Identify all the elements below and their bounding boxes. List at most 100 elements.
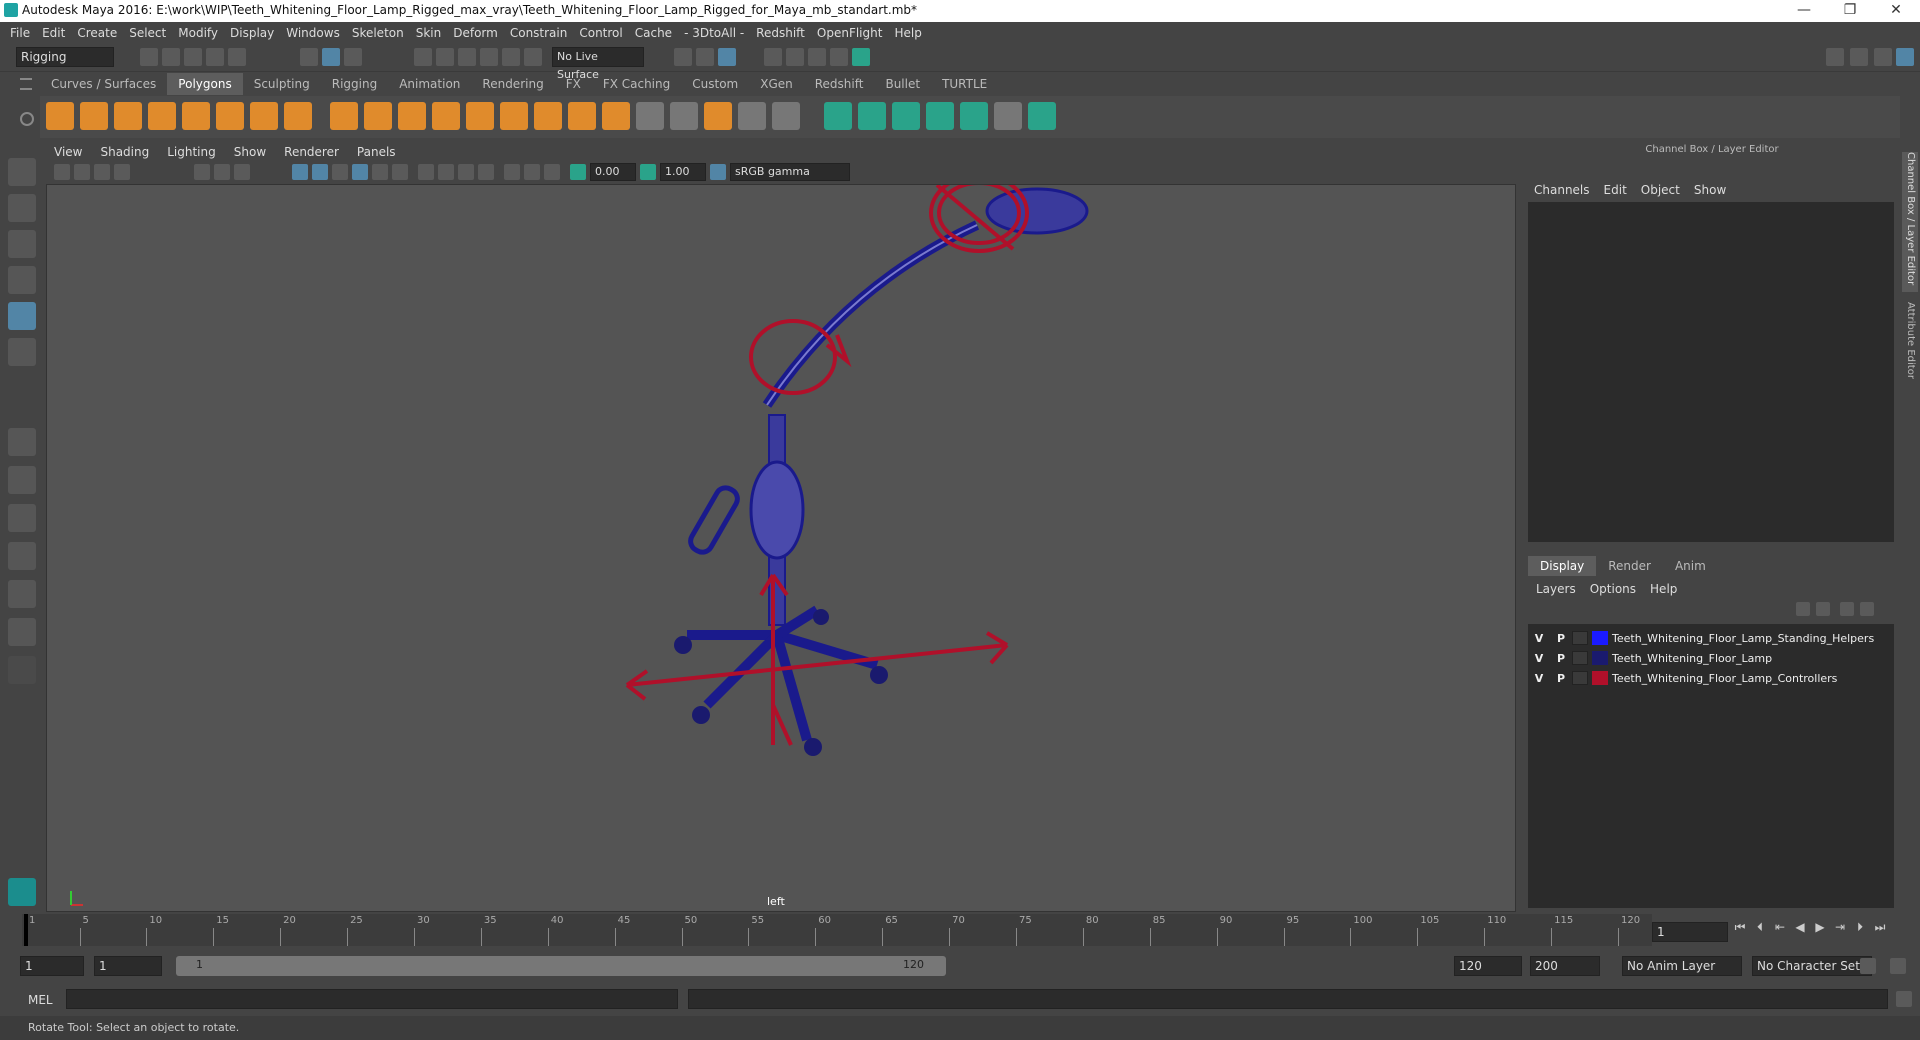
move-layer-down-icon[interactable]: [1816, 602, 1830, 616]
character-set-dropdown[interactable]: No Character Set: [1752, 956, 1872, 976]
playback-end-field[interactable]: 120: [1454, 956, 1522, 976]
current-frame-field[interactable]: 1: [1652, 922, 1728, 942]
shelf-tab-turtle[interactable]: TURTLE: [931, 73, 998, 95]
layer-name[interactable]: Teeth_Whitening_Floor_Lamp_Standing_Help…: [1612, 632, 1874, 645]
mirror-icon[interactable]: [398, 102, 426, 130]
smooth-icon[interactable]: [432, 102, 460, 130]
hypershade-icon[interactable]: [786, 48, 804, 66]
animation-end-field[interactable]: 200: [1530, 956, 1600, 976]
poly-pyramid-icon[interactable]: [250, 102, 278, 130]
snap-point-icon[interactable]: [458, 48, 476, 66]
attribute-toggle-icon[interactable]: [1874, 48, 1892, 66]
color-management-icon[interactable]: [710, 164, 726, 180]
step-forward-icon[interactable]: ⏵: [1850, 920, 1870, 935]
uv-planar-icon[interactable]: [824, 102, 852, 130]
gamma-icon[interactable]: [640, 164, 656, 180]
resolution-gate-icon[interactable]: [234, 164, 250, 180]
shelf-tab-custom[interactable]: Custom: [681, 73, 749, 95]
layer-tab-anim[interactable]: Anim: [1663, 556, 1718, 576]
xray-active-icon[interactable]: [544, 164, 560, 180]
live-surface-field[interactable]: No Live Surface: [552, 47, 644, 81]
bridge-icon[interactable]: [568, 102, 596, 130]
bookmark-icon[interactable]: [94, 164, 110, 180]
menu-deform[interactable]: Deform: [453, 26, 498, 40]
layer-row[interactable]: V P Teeth_Whitening_Floor_Lamp: [1528, 648, 1894, 668]
redo-icon[interactable]: [228, 48, 246, 66]
poly-cube-icon[interactable]: [80, 102, 108, 130]
append-polygon-icon[interactable]: [602, 102, 630, 130]
insert-edge-loop-icon[interactable]: [670, 102, 698, 130]
cb-menu-edit[interactable]: Edit: [1604, 183, 1627, 197]
triangulate-icon[interactable]: [500, 102, 528, 130]
view-transform-dropdown[interactable]: sRGB gamma: [730, 163, 850, 181]
smooth-shade-icon[interactable]: [312, 164, 328, 180]
menu-constrain[interactable]: Constrain: [510, 26, 568, 40]
step-forward-key-icon[interactable]: ⇥: [1830, 920, 1850, 935]
shelf-tab-fx[interactable]: FX: [555, 73, 592, 95]
render-view-icon[interactable]: [808, 48, 826, 66]
menu-display[interactable]: Display: [230, 26, 274, 40]
cb-menu-object[interactable]: Object: [1641, 183, 1680, 197]
select-object-icon[interactable]: [322, 48, 340, 66]
poly-sphere-icon[interactable]: [46, 102, 74, 130]
menu-redshift[interactable]: Redshift: [756, 26, 805, 40]
shelf-tab-bullet[interactable]: Bullet: [874, 73, 931, 95]
playback-start-field[interactable]: 1: [94, 956, 162, 976]
select-hierarchy-icon[interactable]: [300, 48, 318, 66]
uv-cylindrical-icon[interactable]: [858, 102, 886, 130]
layer-menu-layers[interactable]: Layers: [1536, 582, 1576, 596]
menu-cache[interactable]: Cache: [635, 26, 672, 40]
range-slider[interactable]: 1 120: [176, 956, 946, 976]
menu-windows[interactable]: Windows: [286, 26, 340, 40]
shelf-tab-curves-surfaces[interactable]: Curves / Surfaces: [40, 73, 167, 95]
bevel-icon[interactable]: [704, 102, 732, 130]
uv-unfold-icon[interactable]: [1028, 102, 1056, 130]
layer-visibility-toggle[interactable]: V: [1528, 632, 1550, 645]
menu-control[interactable]: Control: [579, 26, 622, 40]
minimize-button[interactable]: —: [1782, 0, 1826, 22]
shelf-tab-rigging[interactable]: Rigging: [321, 73, 388, 95]
snap-surface-icon[interactable]: [502, 48, 520, 66]
menu-file[interactable]: File: [10, 26, 30, 40]
menu-select[interactable]: Select: [129, 26, 166, 40]
layer-name[interactable]: Teeth_Whitening_Floor_Lamp_Controllers: [1612, 672, 1837, 685]
new-scene-icon[interactable]: [140, 48, 158, 66]
move-layer-up-icon[interactable]: [1796, 602, 1810, 616]
render-globals-icon[interactable]: [830, 48, 848, 66]
layer-visibility-toggle[interactable]: V: [1528, 652, 1550, 665]
layer-display-type[interactable]: [1572, 671, 1588, 685]
perspective-viewport[interactable]: left: [46, 184, 1516, 912]
layer-playback-toggle[interactable]: P: [1550, 652, 1572, 665]
textured-icon[interactable]: [332, 164, 348, 180]
undo-icon[interactable]: [206, 48, 224, 66]
reduce-icon[interactable]: [466, 102, 494, 130]
snap-view-icon[interactable]: [480, 48, 498, 66]
shelf-tab-polygons[interactable]: Polygons: [167, 73, 243, 95]
shelf-tab-animation[interactable]: Animation: [388, 73, 471, 95]
menu-3dtoall[interactable]: - 3DtoAll -: [684, 26, 744, 40]
viewport-menu-shading[interactable]: Shading: [100, 145, 149, 159]
target-weld-icon[interactable]: [738, 102, 766, 130]
menuset-dropdown[interactable]: Rigging: [16, 47, 114, 67]
shadows-icon[interactable]: [418, 164, 434, 180]
snap-live-icon[interactable]: [524, 48, 542, 66]
uv-automatic-icon[interactable]: [926, 102, 954, 130]
play-backward-icon[interactable]: ◀: [1790, 920, 1810, 935]
render-settings-icon[interactable]: [764, 48, 782, 66]
four-view-layout-icon[interactable]: [8, 466, 36, 494]
rotate-tool-icon[interactable]: [8, 302, 36, 330]
new-empty-layer-icon[interactable]: [1840, 602, 1854, 616]
shelf-tab-fx-caching[interactable]: FX Caching: [592, 73, 681, 95]
menu-create[interactable]: Create: [77, 26, 117, 40]
new-layer-selected-icon[interactable]: [1860, 602, 1874, 616]
side-tab-channel-box[interactable]: Channel Box / Layer Editor: [1902, 152, 1918, 292]
antialiasing-icon[interactable]: [478, 164, 494, 180]
use-all-lights-icon[interactable]: [392, 164, 408, 180]
layout-menu-icon[interactable]: [8, 656, 36, 684]
hypershade-layout-icon[interactable]: [8, 618, 36, 646]
menu-skeleton[interactable]: Skeleton: [352, 26, 404, 40]
wireframe-on-shaded-icon[interactable]: [352, 164, 368, 180]
viewport-menu-panels[interactable]: Panels: [357, 145, 396, 159]
grid-toggle-icon[interactable]: [194, 164, 210, 180]
viewport-menu-view[interactable]: View: [54, 145, 82, 159]
